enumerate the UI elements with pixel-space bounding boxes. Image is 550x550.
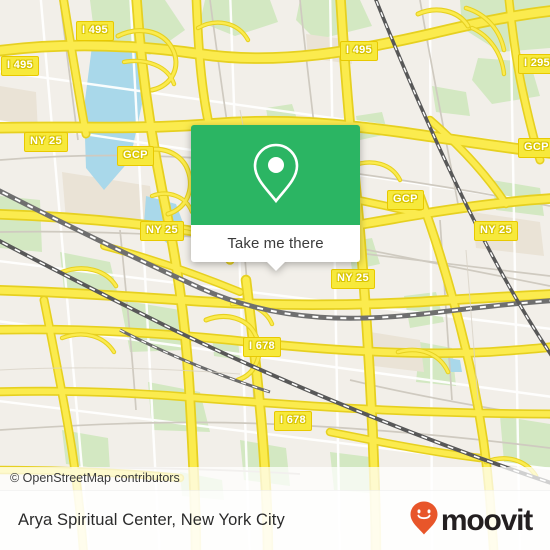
highway-shield-ny25-east: NY 25 (474, 221, 518, 241)
map-screenshot-root: I 495 I 495 I 495 I 295 NY 25 GCP GCP GCP NY 25 N… (0, 0, 550, 550)
highway-shield-gcp-east-edge: GCP (518, 138, 550, 158)
highway-shield-i495-west-edge: I 495 (1, 56, 39, 76)
highway-shield-ny25-west: NY 25 (24, 132, 68, 152)
map-attribution[interactable]: © OpenStreetMap contributors (0, 467, 550, 490)
map-pin-icon (252, 142, 300, 209)
highway-shield-i495-northeast: I 495 (340, 41, 378, 61)
popup-image-area (191, 125, 360, 225)
footer-bar: Arya Spiritual Center, New York City moo… (0, 490, 550, 550)
take-me-there-button[interactable]: Take me there (227, 235, 323, 252)
highway-shield-i495-north: I 495 (76, 21, 114, 41)
highway-shield-gcp-west: GCP (117, 146, 154, 166)
highway-shield-i295-east-edge: I 295 (518, 54, 550, 74)
moovit-smiley-pin-icon (410, 501, 438, 540)
highway-shield-i678-north: I 678 (243, 337, 281, 357)
highway-shield-i678-south: I 678 (274, 411, 312, 431)
highway-shield-ny25-center-left: NY 25 (140, 221, 184, 241)
place-popup-card[interactable]: Take me there (191, 125, 360, 271)
popup-pointer-arrow (265, 261, 286, 271)
popup-action-area[interactable]: Take me there (191, 225, 360, 271)
moovit-wordmark: moovit (440, 503, 533, 537)
highway-shield-gcp-center: GCP (387, 190, 424, 210)
moovit-logo[interactable]: moovit (410, 501, 533, 540)
highway-shield-ny25-south: NY 25 (331, 269, 375, 289)
place-title: Arya Spiritual Center, New York City (18, 511, 285, 529)
